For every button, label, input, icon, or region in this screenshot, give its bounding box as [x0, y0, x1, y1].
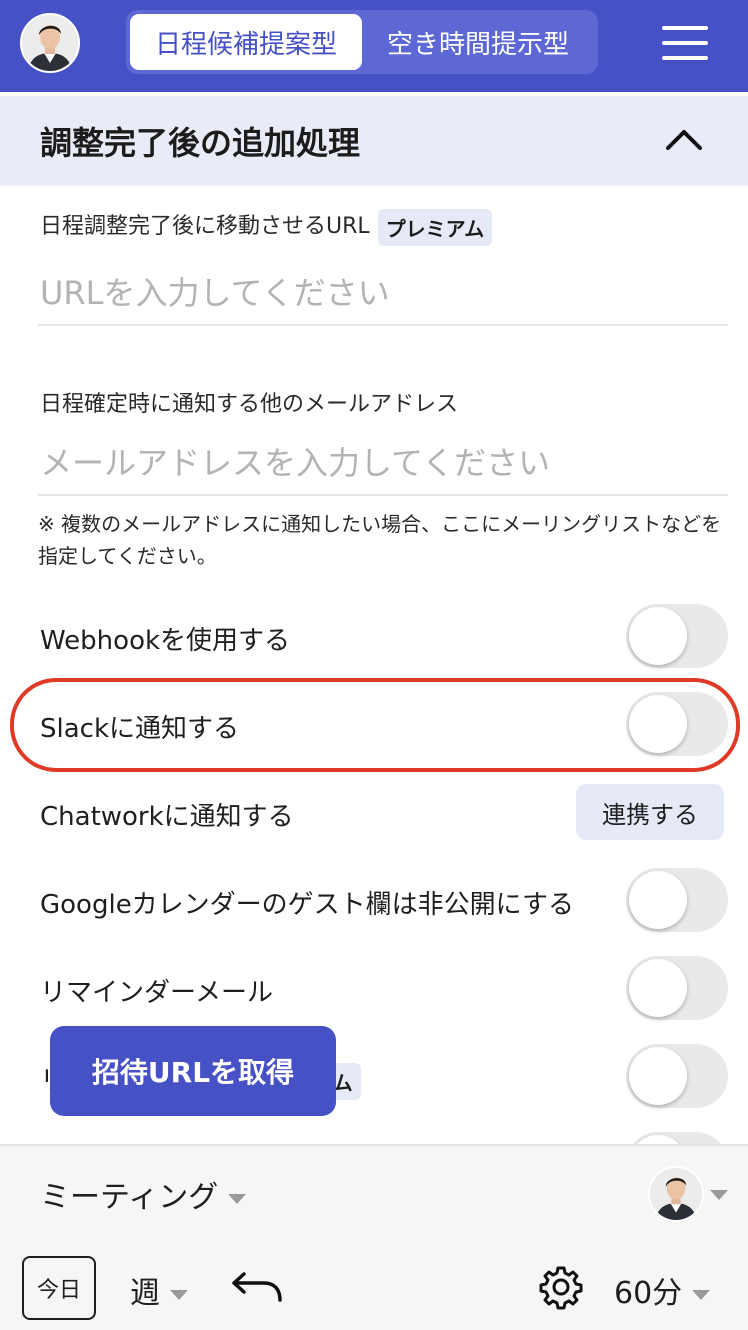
duration-select[interactable]: 60分 — [614, 1268, 711, 1312]
avatar-image — [650, 1168, 702, 1220]
chevron-down-icon — [170, 1289, 188, 1300]
view-select[interactable]: 週 — [130, 1268, 188, 1312]
user-avatar[interactable] — [20, 13, 80, 73]
tab-free-time[interactable]: 空き時間提示型 — [362, 14, 594, 70]
view-value: 週 — [130, 1276, 160, 1311]
toggle-knob — [629, 1047, 687, 1105]
duration-value: 60分 — [614, 1276, 683, 1311]
premium-badge: プレミアム — [377, 208, 493, 246]
chevron-down-icon[interactable] — [710, 1190, 728, 1200]
webhook-toggle[interactable] — [626, 604, 728, 668]
chevron-down-icon — [692, 1289, 711, 1300]
redirect-url-label-text: 日程調整完了後に移動させるURL — [40, 214, 370, 239]
premium-row-toggle[interactable] — [626, 1044, 728, 1108]
toggle-knob — [629, 871, 687, 929]
toggle-knob — [629, 959, 687, 1017]
notify-email-label: 日程確定時に通知する他のメールアドレス — [40, 392, 459, 417]
chevron-down-icon — [228, 1193, 247, 1204]
reminder-toggle[interactable] — [626, 956, 728, 1020]
get-invite-url-button[interactable]: 招待URLを取得 — [50, 1026, 336, 1116]
google-guest-label: Googleカレンダーのゲスト欄は非公開にする — [40, 890, 574, 920]
host-avatar[interactable] — [648, 1166, 704, 1222]
chatwork-link-button[interactable]: 連携する — [576, 784, 724, 840]
undo-icon[interactable] — [230, 1270, 284, 1304]
section-title: 調整完了後の追加処理 — [40, 124, 361, 162]
webhook-label: Webhookを使用する — [40, 626, 291, 656]
tab-candidate-proposal[interactable]: 日程候補提案型 — [130, 14, 362, 70]
meeting-type-select[interactable]: ミーティング — [40, 1172, 247, 1216]
chatwork-label: Chatworkに通知する — [40, 802, 294, 832]
menu-icon[interactable] — [662, 26, 708, 60]
avatar-image — [22, 15, 78, 71]
redirect-url-label: 日程調整完了後に移動させるURL プレミアム — [40, 208, 493, 246]
redirect-url-input[interactable] — [38, 262, 728, 326]
reminder-label: リマインダーメール — [40, 978, 273, 1008]
today-button[interactable]: 今日 — [22, 1256, 96, 1320]
google-guest-toggle[interactable] — [626, 868, 728, 932]
toggle-knob — [629, 695, 687, 753]
slack-label: Slackに通知する — [40, 714, 240, 744]
toggle-knob — [629, 607, 687, 665]
notify-email-input[interactable] — [38, 432, 728, 496]
mode-segmented-control: 日程候補提案型 空き時間提示型 — [126, 10, 598, 74]
gear-icon[interactable] — [538, 1264, 584, 1310]
chevron-up-icon[interactable] — [664, 124, 704, 154]
top-bar: 日程候補提案型 空き時間提示型 — [0, 0, 748, 92]
notify-email-note: ※ 複数のメールアドレスに通知したい場合、ここにメーリングリストなどを指定してく… — [38, 512, 722, 568]
section-header[interactable]: 調整完了後の追加処理 — [0, 96, 748, 186]
meeting-type-value: ミーティング — [40, 1180, 219, 1215]
slack-toggle[interactable] — [626, 692, 728, 756]
